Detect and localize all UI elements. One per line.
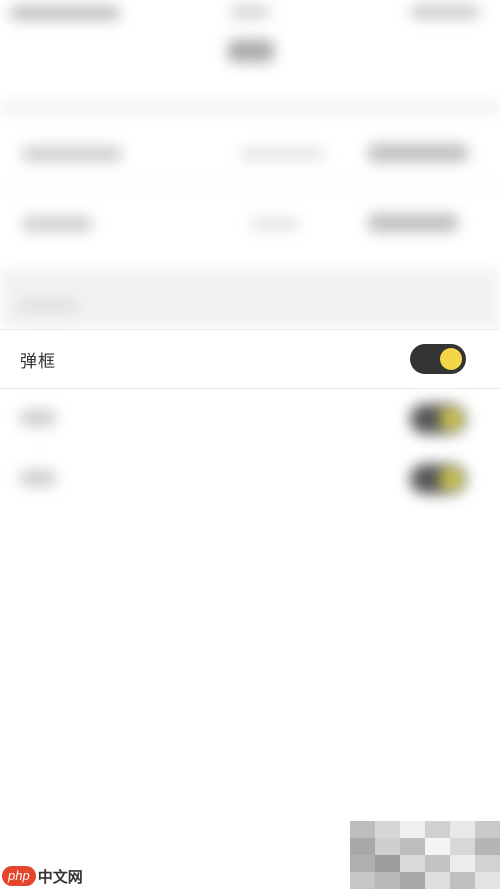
- blurred-background: [0, 0, 500, 889]
- popup-setting-label: 弹框: [20, 351, 56, 372]
- popup-setting-row: 弹框: [0, 329, 500, 389]
- mosaic-corner: [350, 821, 500, 889]
- watermark-text: 中文网: [37, 867, 83, 886]
- watermark-logo: php: [2, 866, 36, 886]
- popup-toggle-switch[interactable]: [410, 344, 466, 374]
- toggle-knob: [440, 348, 462, 370]
- watermark: php 中文网: [2, 865, 83, 887]
